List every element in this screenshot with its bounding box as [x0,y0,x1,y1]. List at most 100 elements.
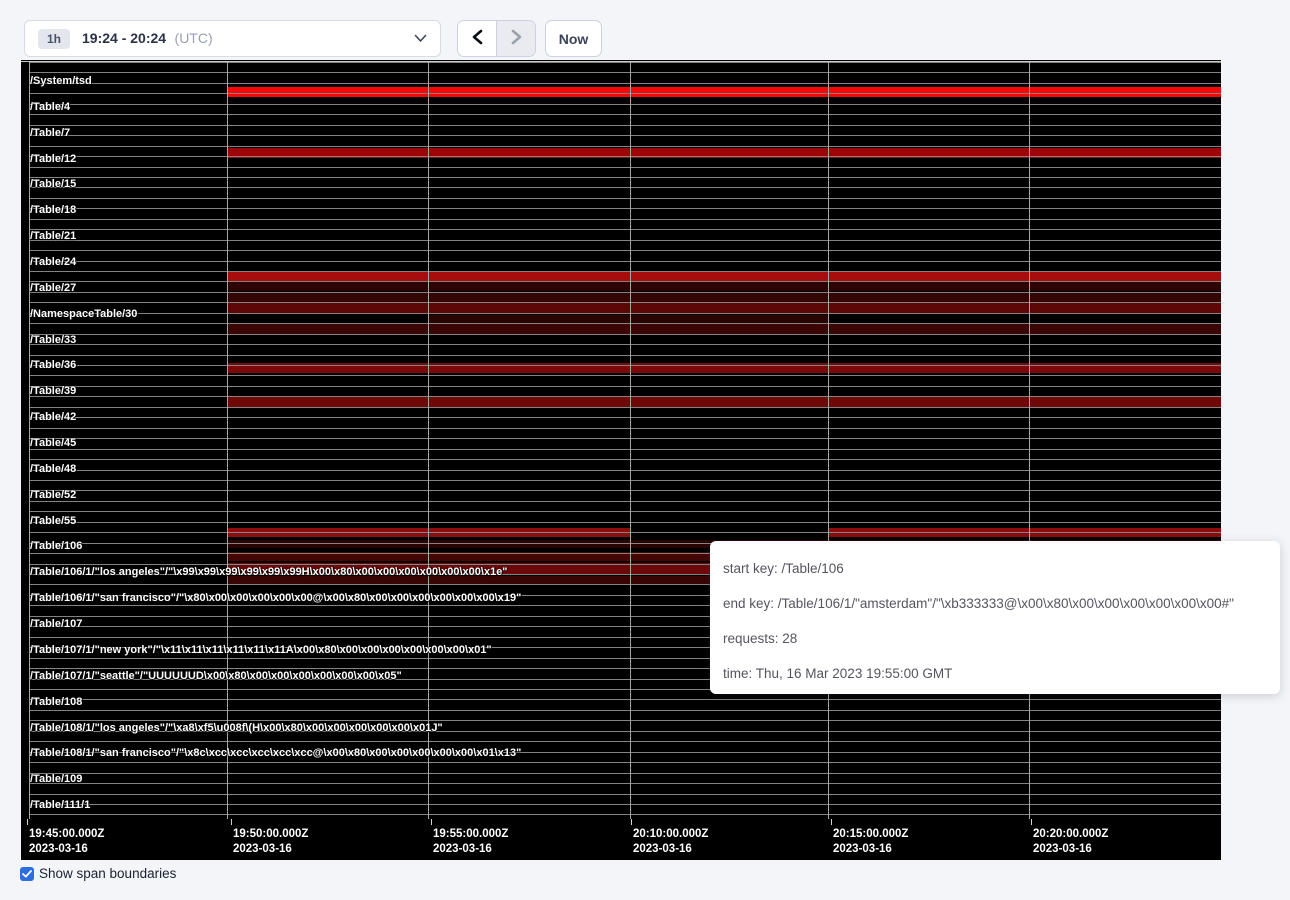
span-boundary-line [29,177,1221,178]
span-boundary-line [29,417,1221,418]
span-boundary-line [29,261,1221,262]
tooltip-time: time: Thu, 16 Mar 2023 19:55:00 GMT [723,656,1280,691]
span-boundary-line [29,459,1221,460]
tooltip-end-key: end key: /Table/106/1/"amsterdam"/"\xb33… [723,586,1280,621]
span-boundary-line [29,187,1221,188]
span-boundary-line [29,710,1221,711]
span-boundary-line [29,198,1221,199]
axis-tick [231,819,232,825]
span-boundary-line [29,501,1221,502]
span-boundary-line [29,135,1221,136]
tooltip-start-key: start key: /Table/106 [723,551,1280,586]
time-gridline [428,62,429,819]
row-label: /Table/45 [30,437,76,449]
span-boundary-line [29,355,1221,356]
axis-tick [831,819,832,825]
keyvisualizer-canvas[interactable]: /System/tsd/Table/4/Table/7/Table/12/Tab… [21,60,1221,860]
span-boundary-line [29,93,1221,94]
row-label: /Table/107/1/"new york"/"\x11\x11\x11\x1… [30,644,492,656]
range-duration-badge: 1h [38,29,70,49]
heat-band [228,271,1221,281]
axis-time-label: 20:10:00.000Z 2023-03-16 [633,827,708,857]
span-boundary-line [29,783,1221,784]
span-boundary-line [29,62,1221,63]
span-boundaries-control: Show span boundaries [20,866,176,881]
time-nav-group [457,20,536,57]
span-boundary-line [29,511,1221,512]
heat-band [228,324,1221,334]
span-boundary-line [29,250,1221,251]
row-label: /Table/36 [30,359,76,371]
heat-band [428,315,828,323]
row-label: /Table/108/1/"los angeles"/"\xa8\xf5\u00… [30,722,443,734]
span-boundary-line [29,167,1221,168]
now-button[interactable]: Now [545,20,602,57]
row-label: /Table/111/1 [30,799,90,811]
span-boundary-line [29,208,1221,209]
axis-tick [431,819,432,825]
heat-band [228,303,1221,313]
row-label: /Table/24 [30,256,76,268]
span-boundary-line [29,83,1221,84]
span-boundary-line [29,313,1221,314]
heat-band [228,282,1221,291]
span-boundary-line [29,240,1221,241]
span-boundary-line [29,438,1221,439]
range-timezone: (UTC) [175,30,213,46]
time-gridline [227,62,228,819]
span-boundary-line [29,72,1221,73]
row-label: /Table/15 [30,178,76,190]
checkmark-icon [22,870,32,878]
chevron-left-icon [471,29,484,48]
span-boundary-line [29,365,1221,366]
span-boundary-line [29,229,1221,230]
span-boundary-line [29,156,1221,157]
span-boundary-line [29,794,1221,795]
heat-band [228,87,1221,97]
row-label: /Table/109 [30,773,82,785]
span-boundary-line [29,386,1221,387]
tooltip-requests: requests: 28 [723,621,1280,656]
span-boundary-line [29,104,1221,105]
row-label: /Table/106/1/"los angeles"/"\x99\x99\x99… [30,566,508,578]
span-boundary-line [29,375,1221,376]
span-boundary-line [29,699,1221,700]
span-boundary-line [29,804,1221,805]
span-boundary-line [29,125,1221,126]
span-boundary-line [29,470,1221,471]
heat-band [228,293,1221,302]
row-label: /Table/107/1/"seattle"/"UUUUUUD\x00\x80\… [30,670,402,682]
row-label: /Table/48 [30,463,76,475]
heat-band [228,397,1221,407]
row-label: /Table/55 [30,515,76,527]
row-label: /NamespaceTable/30 [30,308,137,320]
chevron-right-icon [510,29,523,48]
span-tooltip: start key: /Table/106 end key: /Table/10… [710,541,1280,694]
axis-time-label: 19:45:00.000Z 2023-03-16 [29,827,104,857]
range-label-wrap: 19:24 - 20:24 (UTC) [82,30,213,48]
show-span-boundaries-checkbox[interactable] [20,867,34,881]
row-label: /Table/52 [30,489,76,501]
span-boundary-line [29,720,1221,721]
time-gridline [1029,62,1030,819]
time-range-select[interactable]: 1h 19:24 - 20:24 (UTC) [24,20,441,57]
axis-tick [27,819,28,825]
axis-tick [631,819,632,825]
span-boundary-line [29,428,1221,429]
span-boundary-line [29,281,1221,282]
span-boundary-line [29,114,1221,115]
span-boundary-line [29,407,1221,408]
row-label: /Table/7 [30,127,70,139]
row-label: /Table/39 [30,385,76,397]
row-label: /System/tsd [30,75,92,87]
next-interval-button[interactable] [496,21,535,56]
span-boundary-line [29,762,1221,763]
span-boundary-line [29,449,1221,450]
row-label: /Table/27 [30,282,76,294]
prev-interval-button[interactable] [458,21,496,56]
row-label: /Table/108 [30,696,82,708]
span-boundary-line [29,219,1221,220]
time-gridline [828,62,829,819]
span-boundary-line [29,522,1221,523]
span-boundary-line [29,396,1221,397]
